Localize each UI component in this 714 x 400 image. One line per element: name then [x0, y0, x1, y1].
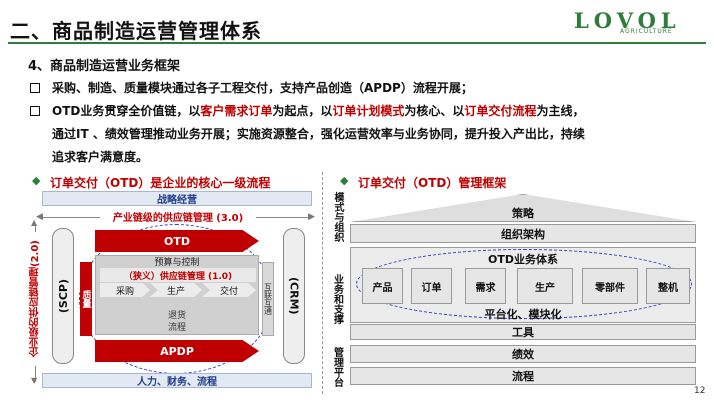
interaction-bar: 互联互通 [262, 262, 274, 336]
strategy-bar: 战略经营 [42, 191, 312, 206]
arrow-up-icon: ▲ [31, 218, 38, 227]
side-label-management: 管理平台 [330, 340, 344, 394]
scp-pill: (SCP) [52, 228, 74, 364]
arrow-right-icon: ▶ [308, 212, 315, 222]
flow-label: 流程 [167, 322, 186, 333]
side-label-text: 模式与组织 [332, 192, 343, 242]
bullet-text-2-line1: OTD业务贯穿全价值链，以客户需求订单为起点，以订单计划模式为核心、以订单交付流… [52, 102, 584, 119]
highlight-order-delivery-process: 订单交付流程 [464, 104, 537, 118]
bullet-text-segment: 为核心、以 [404, 104, 465, 118]
deliver-arrow: 交付 [202, 283, 256, 297]
highlight-order-plan-mode: 订单计划模式 [332, 104, 405, 118]
title-divider [8, 42, 706, 44]
quality-label: 质量 [80, 290, 91, 308]
interaction-label: 互联互通 [263, 283, 273, 315]
side-label-business: 业务和支撑 [330, 264, 344, 334]
bullet-text-segment: 为起点，以 [272, 104, 333, 118]
arrow-down-icon: ▼ [31, 376, 38, 385]
right-panel-title: 订单交付（OTD）管理框架 [358, 176, 507, 190]
tools-bar: 工具 [350, 324, 696, 340]
left-panel-title: 订单交付（OTD）是企业的核心一级流程 [50, 176, 271, 190]
crm-label: (CRM) [287, 277, 301, 315]
company-logo-subtitle: AGRICULTURE [620, 28, 673, 35]
module-box: 生产 [517, 268, 573, 304]
platform-label: 平台化、模块化 [484, 308, 562, 321]
narrow-chain-label: （狭义）供应链管理 (1.0) [100, 268, 256, 282]
strategy-label: 策略 [512, 207, 534, 220]
section-subheading: 4、商品制造运营业务框架 [28, 59, 181, 74]
bullet-square-icon [30, 83, 40, 93]
performance-bar: 绩效 [350, 345, 696, 363]
org-structure-bar: 组织架构 [350, 224, 696, 243]
side-label-text: 业务和支撑 [331, 274, 343, 324]
return-label: 退货 [167, 310, 186, 321]
otd-arrow: OTD [95, 230, 259, 252]
module-box: 需求 [465, 268, 506, 304]
apdp-arrow: APDP [95, 340, 259, 362]
side-label-text: 管理平台 [331, 347, 343, 387]
quality-bar: 质量 [80, 262, 92, 336]
bullet-text-segment: 为主线， [536, 104, 585, 118]
diamond-bullet-icon: ◆ [32, 174, 41, 187]
budget-control-label: 预算与控制 [154, 258, 200, 268]
module-box: 整机 [646, 268, 690, 304]
bullet-text-2-line2: 通过IT 、绩效管理推动业务开展；实施资源整合，强化运营效率与业务协同，提升投入… [52, 127, 585, 141]
scp-label: (SCP) [56, 278, 70, 314]
panel-divider [322, 172, 323, 394]
page-title: 二、商品制造运营管理体系 [10, 19, 262, 43]
enterprise-chain-label: 企业级的供应链管理(2.0) [28, 232, 43, 366]
module-box: 订单 [411, 268, 452, 304]
industry-chain-label: 产业链级的供应链管理 (3.0) [100, 209, 256, 224]
module-box: 产品 [362, 268, 403, 304]
bullet-text-segment: OTD业务贯穿全价值链，以 [52, 104, 201, 118]
bullet-text-2-line3: 追求客户满意度。 [52, 150, 149, 164]
bullet-text-1: 采购、制造、质量模块通过各子工程交付，支持产品创造（APDP）流程开展； [52, 81, 473, 95]
page-number: 12 [694, 386, 706, 396]
purchase-arrow: 采购 [100, 283, 150, 297]
process-bar: 流程 [350, 367, 696, 385]
diamond-bullet-icon: ◆ [340, 174, 349, 187]
produce-arrow: 生产 [150, 283, 202, 297]
bullet-square-icon [30, 106, 40, 116]
module-box: 零部件 [582, 268, 638, 304]
crm-pill: (CRM) [283, 228, 305, 364]
resources-bar: 人力、财务、流程 [42, 373, 312, 388]
side-label-model-org: 模式与组织 [330, 191, 344, 243]
otd-system-label: OTD业务体系 [488, 253, 558, 266]
highlight-customer-order: 客户需求订单 [200, 104, 273, 118]
